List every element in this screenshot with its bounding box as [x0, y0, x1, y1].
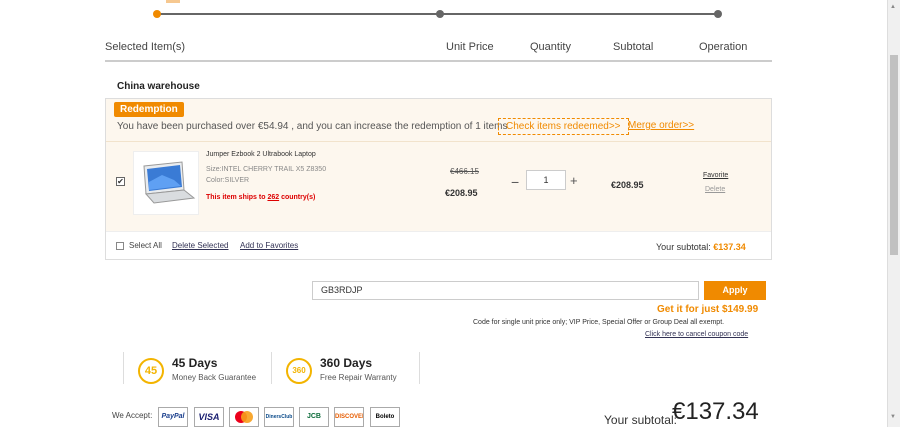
shipping-note: This item ships to 262 country(s)	[206, 194, 315, 201]
laptop-image	[143, 161, 196, 204]
cart-subtotal-label: Your subtotal:	[656, 242, 714, 252]
col-operation: Operation	[699, 41, 748, 53]
product-size: Size:INTEL CHERRY TRAIL X5 Z8350	[206, 166, 327, 173]
select-all-label[interactable]: Select All	[129, 241, 162, 250]
total-value: €137.34	[672, 398, 759, 425]
col-unit-price: Unit Price	[446, 41, 494, 53]
original-price: €466.15	[450, 167, 479, 176]
item-checkbox[interactable]: ✔	[116, 177, 125, 186]
progress-fragment	[166, 0, 180, 3]
cancel-coupon-link[interactable]: Click here to cancel coupon code	[645, 331, 748, 338]
col-selected: Selected Item(s)	[105, 41, 186, 53]
money-back-icon: 45	[138, 358, 164, 384]
redemption-text: You have been purchased over €54.94 , an…	[117, 121, 508, 132]
progress-line	[440, 13, 718, 15]
coupon-code-input[interactable]: GB3RDJP	[312, 281, 699, 300]
repair-warranty-title: 360 Days	[320, 356, 373, 370]
visa-icon: VISA	[194, 407, 224, 427]
divider	[123, 352, 124, 384]
product-thumbnail[interactable]	[133, 151, 199, 215]
quantity-decrease-button[interactable]: −	[511, 174, 519, 190]
repair-warranty-icon: 360	[286, 358, 312, 384]
add-to-favorites-link[interactable]: Add to Favorites	[240, 241, 298, 250]
mastercard-logo	[235, 411, 253, 423]
cart-item-row: ✔ Jumper Ezbook 2 Ultrabook Laptop Size:…	[106, 142, 771, 232]
cart-footer: Select All Delete Selected Add to Favori…	[106, 240, 771, 254]
paypal-icon: PayPal	[158, 407, 188, 427]
cart-panel: Redemption You have been purchased over …	[105, 98, 772, 260]
select-all-checkbox[interactable]	[116, 242, 124, 250]
item-subtotal: €208.95	[611, 180, 644, 190]
col-subtotal: Subtotal	[613, 41, 654, 53]
merge-order-link[interactable]: Merge order>>	[628, 120, 694, 131]
boleto-icon: Boleto	[370, 407, 400, 427]
progress-step	[436, 10, 444, 18]
shipping-country-count[interactable]: 262	[267, 194, 279, 201]
unit-price: €208.95	[445, 188, 478, 198]
shipping-note-prefix: This item ships to	[206, 194, 268, 201]
redemption-bar: Redemption You have been purchased over …	[106, 99, 771, 142]
coupon-price-note: Get it for just $149.99	[657, 304, 759, 315]
scrollbar-thumb[interactable]	[890, 55, 898, 255]
money-back-title: 45 Days	[172, 356, 218, 370]
favorite-link[interactable]: Favorite	[703, 172, 728, 179]
warehouse-title: China warehouse	[117, 81, 200, 92]
coupon-restriction-note: Code for single unit price only; VIP Pri…	[473, 319, 725, 326]
scroll-down-arrow-icon[interactable]: ▼	[890, 414, 896, 420]
product-color: Color:SILVER	[206, 177, 250, 184]
col-quantity: Quantity	[530, 41, 571, 53]
product-name[interactable]: Jumper Ezbook 2 Ultrabook Laptop	[206, 151, 316, 158]
shipping-note-suffix: country(s)	[279, 194, 316, 201]
progress-line	[160, 13, 440, 15]
progress-step	[714, 10, 722, 18]
divider	[419, 352, 420, 384]
jcb-icon: JCB	[299, 407, 329, 427]
delete-link[interactable]: Delete	[705, 186, 725, 193]
we-accept-label: We Accept:	[112, 411, 153, 420]
cart-subtotal: Your subtotal: €137.34	[656, 242, 746, 252]
redemption-badge: Redemption	[114, 102, 184, 117]
progress-step-current	[153, 10, 161, 18]
delete-selected-link[interactable]: Delete Selected	[172, 241, 228, 250]
money-back-subtitle: Money Back Guarantee	[172, 373, 257, 382]
quantity-input[interactable]: 1	[526, 170, 566, 190]
diners-club-icon: DinersClub	[264, 407, 294, 427]
divider	[271, 352, 272, 384]
check-items-redeemed-link[interactable]: Check items redeemed>>	[498, 118, 629, 135]
discover-icon: DISCOVER	[334, 407, 364, 427]
apply-coupon-button[interactable]: Apply	[704, 281, 766, 300]
repair-warranty-subtitle: Free Repair Warranty	[320, 373, 397, 382]
mastercard-icon	[229, 407, 259, 427]
cart-subtotal-value: €137.34	[713, 242, 746, 252]
checkout-progress	[153, 0, 722, 22]
quantity-increase-button[interactable]: +	[570, 173, 578, 188]
cart-column-headers: Selected Item(s) Unit Price Quantity Sub…	[105, 38, 772, 62]
scroll-up-arrow-icon[interactable]: ▲	[890, 4, 896, 10]
total-label: Your subtotal:	[604, 413, 677, 427]
